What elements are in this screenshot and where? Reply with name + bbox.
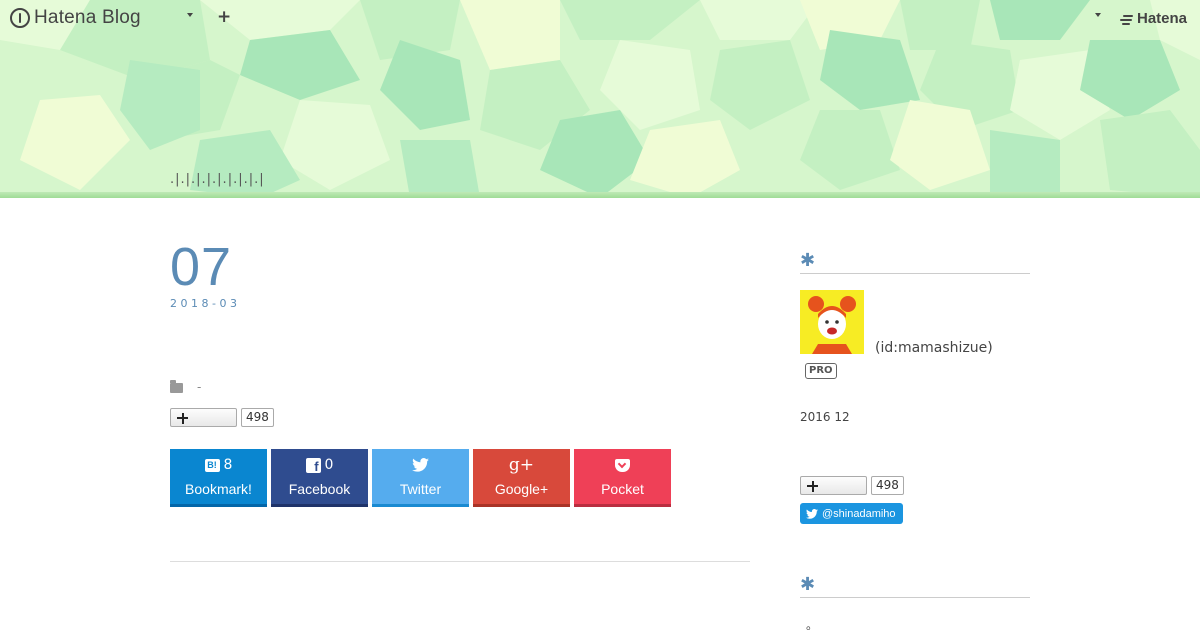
share-buttons: B! 8 Bookmark! f 0 Facebook Twitter g+ G… [170,449,671,507]
entry-date-day[interactable]: 07 [170,240,232,294]
twitter-bird-icon [412,458,429,472]
hatena-brand-link[interactable]: Hatena [1120,10,1187,27]
top-bar: Hatena Blog + Hatena [0,0,1200,36]
twitter-follow-handle: @shinadamiho [822,507,896,520]
entry-category: - [170,380,201,394]
add-bookmark-button[interactable] [170,408,237,427]
sidebar-hatena-bookmark-widget: 498 [800,476,904,495]
sidebar-bookmark-count[interactable]: 498 [871,476,904,495]
second-module-star-icon: ✱ [800,574,816,595]
category-link[interactable]: - [197,380,201,394]
profile-module-rule [800,273,1030,274]
facebook-icon: f [305,457,321,474]
hatena-bookmark-share-label: Bookmark! [185,481,252,497]
hatena-blog-logo-text: Hatena Blog [34,7,141,28]
twitter-bird-icon [806,508,818,519]
page: Hatena Blog + Hatena .|.|.|.|.|.|.|.|.| … [0,0,1200,630]
hatena-blog-pen-icon [10,8,30,28]
facebook-share-count: 0 [324,457,334,473]
blog-menu-dropdown-icon[interactable] [187,13,193,17]
hatena-wind-icon [1120,13,1134,25]
pro-badge[interactable]: PRO [805,363,837,379]
avatar-image [800,290,864,354]
hatena-brand-text: Hatena [1137,10,1188,27]
hatena-bookmark-icon: B! [204,458,220,472]
folder-icon [170,380,183,393]
twitter-share-label: Twitter [399,481,442,497]
blog-header: Hatena Blog + Hatena .|.|.|.|.|.|.|.|.| [0,0,1200,198]
profile-user-id[interactable]: (id:mamashizue) [875,340,993,356]
blog-title[interactable]: .|.|.|.|.|.|.|.|.| [170,172,265,187]
profile-since-date: 2016 12 [800,410,850,424]
facebook-share-label: Facebook [288,481,351,497]
googleplus-icon: g+ [508,455,535,475]
second-module-text: 。 [806,618,819,630]
share-twitter-button[interactable]: Twitter [372,449,469,507]
pocket-share-label: Pocket [601,481,644,497]
hatena-bookmark-widget: 498 [170,408,274,427]
share-facebook-button[interactable]: f 0 Facebook [271,449,368,507]
share-googleplus-button[interactable]: g+ Google+ [473,449,570,507]
hatena-blog-logo[interactable]: Hatena Blog [10,7,141,29]
second-module-rule [800,597,1030,598]
pocket-icon [615,458,630,472]
new-entry-plus-icon[interactable]: + [217,8,231,26]
entry-date-year-month[interactable]: 2018-03 [170,297,240,310]
bookmark-count[interactable]: 498 [241,408,274,427]
profile-avatar[interactable] [800,290,864,354]
profile-module-star-icon: ✱ [800,250,816,271]
googleplus-share-label: Google+ [494,481,549,497]
header-bottom-border [0,192,1200,198]
sidebar-add-bookmark-button[interactable] [800,476,867,495]
share-hatena-bookmark-button[interactable]: B! 8 Bookmark! [170,449,267,507]
hatena-bookmark-share-count: 8 [223,457,233,473]
share-pocket-button[interactable]: Pocket [574,449,671,507]
twitter-follow-button[interactable]: @shinadamiho [800,503,903,524]
account-menu-dropdown-icon[interactable] [1095,13,1101,17]
entry-footer-divider [170,561,750,562]
